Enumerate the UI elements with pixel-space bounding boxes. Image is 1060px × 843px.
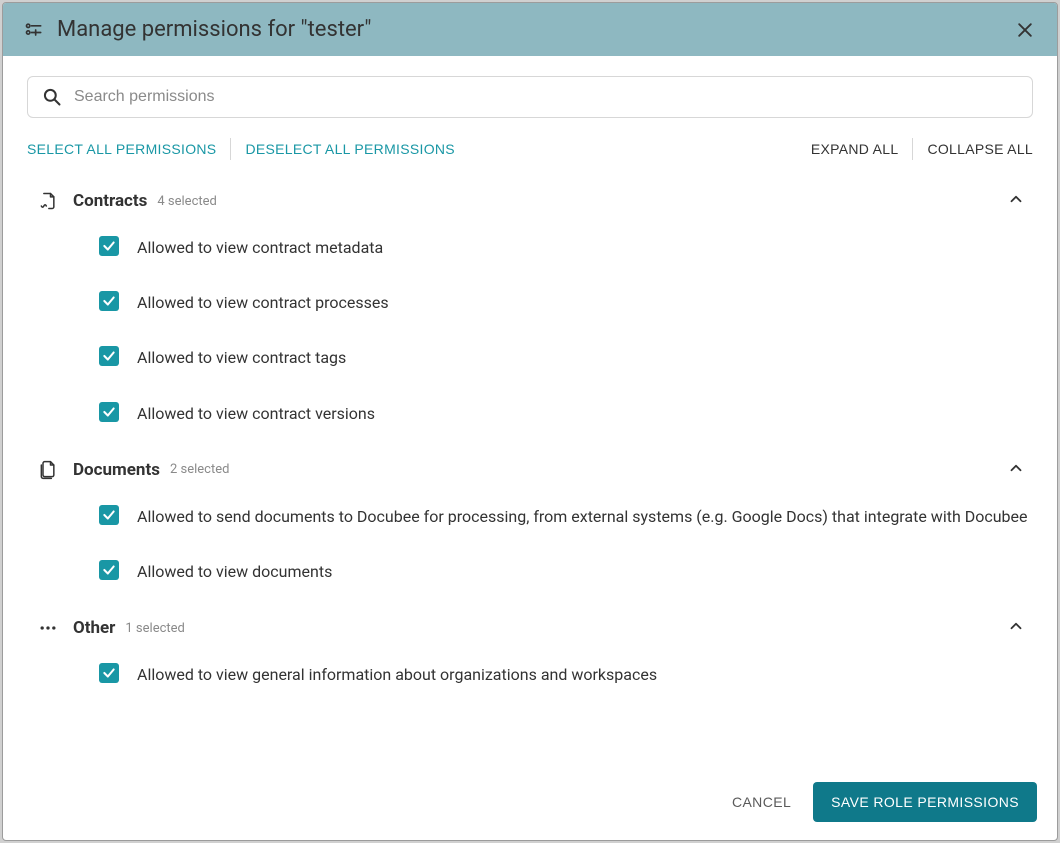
- permission-label: Allowed to view general information abou…: [137, 663, 657, 686]
- modal-body: SELECT ALL PERMISSIONS DESELECT ALL PERM…: [3, 56, 1057, 768]
- group-title: Other: [73, 618, 115, 638]
- collapse-all-button[interactable]: COLLAPSE ALL: [927, 141, 1033, 157]
- save-button[interactable]: SAVE ROLE PERMISSIONS: [813, 782, 1037, 822]
- checkbox[interactable]: [99, 560, 119, 580]
- permission-group-contracts: Contracts 4 selected Allowed to view con…: [27, 186, 1033, 425]
- permission-item: Allowed to view contract processes: [99, 291, 1033, 314]
- modal-footer: CANCEL SAVE ROLE PERMISSIONS: [3, 768, 1057, 840]
- cancel-button[interactable]: CANCEL: [728, 786, 795, 818]
- permissions-icon: [23, 19, 45, 41]
- search-field-wrap[interactable]: [27, 76, 1033, 118]
- permission-group-other: Other 1 selected Allowed to view general…: [27, 613, 1033, 686]
- permission-label: Allowed to view contract versions: [137, 402, 375, 425]
- permission-label: Allowed to view contract processes: [137, 291, 389, 314]
- deselect-all-button[interactable]: DESELECT ALL PERMISSIONS: [245, 141, 455, 157]
- group-title: Contracts: [73, 191, 147, 211]
- select-all-button[interactable]: SELECT ALL PERMISSIONS: [27, 141, 216, 157]
- permission-item: Allowed to view contract versions: [99, 402, 1033, 425]
- group-header[interactable]: Other 1 selected: [27, 613, 1033, 649]
- checkbox[interactable]: [99, 346, 119, 366]
- permission-list: Allowed to view general information abou…: [27, 649, 1033, 686]
- group-count: 2 selected: [170, 462, 229, 477]
- permission-item: Allowed to send documents to Docubee for…: [99, 505, 1033, 528]
- group-count: 1 selected: [125, 621, 184, 636]
- group-count: 4 selected: [157, 194, 216, 209]
- permission-label: Allowed to send documents to Docubee for…: [137, 505, 1028, 528]
- permission-item: Allowed to view contract tags: [99, 346, 1033, 369]
- checkbox[interactable]: [99, 291, 119, 311]
- permission-label: Allowed to view documents: [137, 560, 332, 583]
- other-icon: [37, 617, 59, 639]
- modal-title: Manage permissions for "tester": [57, 17, 1013, 42]
- expand-all-button[interactable]: EXPAND ALL: [811, 141, 899, 157]
- permission-item: Allowed to view documents: [99, 560, 1033, 583]
- group-header[interactable]: Contracts 4 selected: [27, 186, 1033, 222]
- checkbox[interactable]: [99, 663, 119, 683]
- search-input[interactable]: [74, 88, 1018, 106]
- manage-permissions-modal: Manage permissions for "tester" SELECT A…: [2, 2, 1058, 841]
- search-icon: [42, 87, 62, 107]
- group-header[interactable]: Documents 2 selected: [27, 455, 1033, 491]
- chevron-up-icon: [1007, 617, 1025, 639]
- chevron-up-icon: [1007, 190, 1025, 212]
- permission-item: Allowed to view general information abou…: [99, 663, 1033, 686]
- divider: [230, 138, 231, 160]
- divider: [912, 138, 913, 160]
- checkbox[interactable]: [99, 402, 119, 422]
- group-title: Documents: [73, 460, 160, 480]
- checkbox[interactable]: [99, 505, 119, 525]
- permission-item: Allowed to view contract metadata: [99, 236, 1033, 259]
- permission-list: Allowed to view contract metadata Allowe…: [27, 222, 1033, 425]
- modal-header: Manage permissions for "tester": [3, 3, 1057, 56]
- permission-label: Allowed to view contract metadata: [137, 236, 383, 259]
- close-button[interactable]: [1013, 18, 1037, 42]
- permission-label: Allowed to view contract tags: [137, 346, 346, 369]
- toolbar: SELECT ALL PERMISSIONS DESELECT ALL PERM…: [27, 138, 1033, 160]
- permission-list: Allowed to send documents to Docubee for…: [27, 491, 1033, 583]
- contract-icon: [37, 190, 59, 212]
- documents-icon: [37, 459, 59, 481]
- chevron-up-icon: [1007, 459, 1025, 481]
- checkbox[interactable]: [99, 236, 119, 256]
- permission-group-documents: Documents 2 selected Allowed to send doc…: [27, 455, 1033, 583]
